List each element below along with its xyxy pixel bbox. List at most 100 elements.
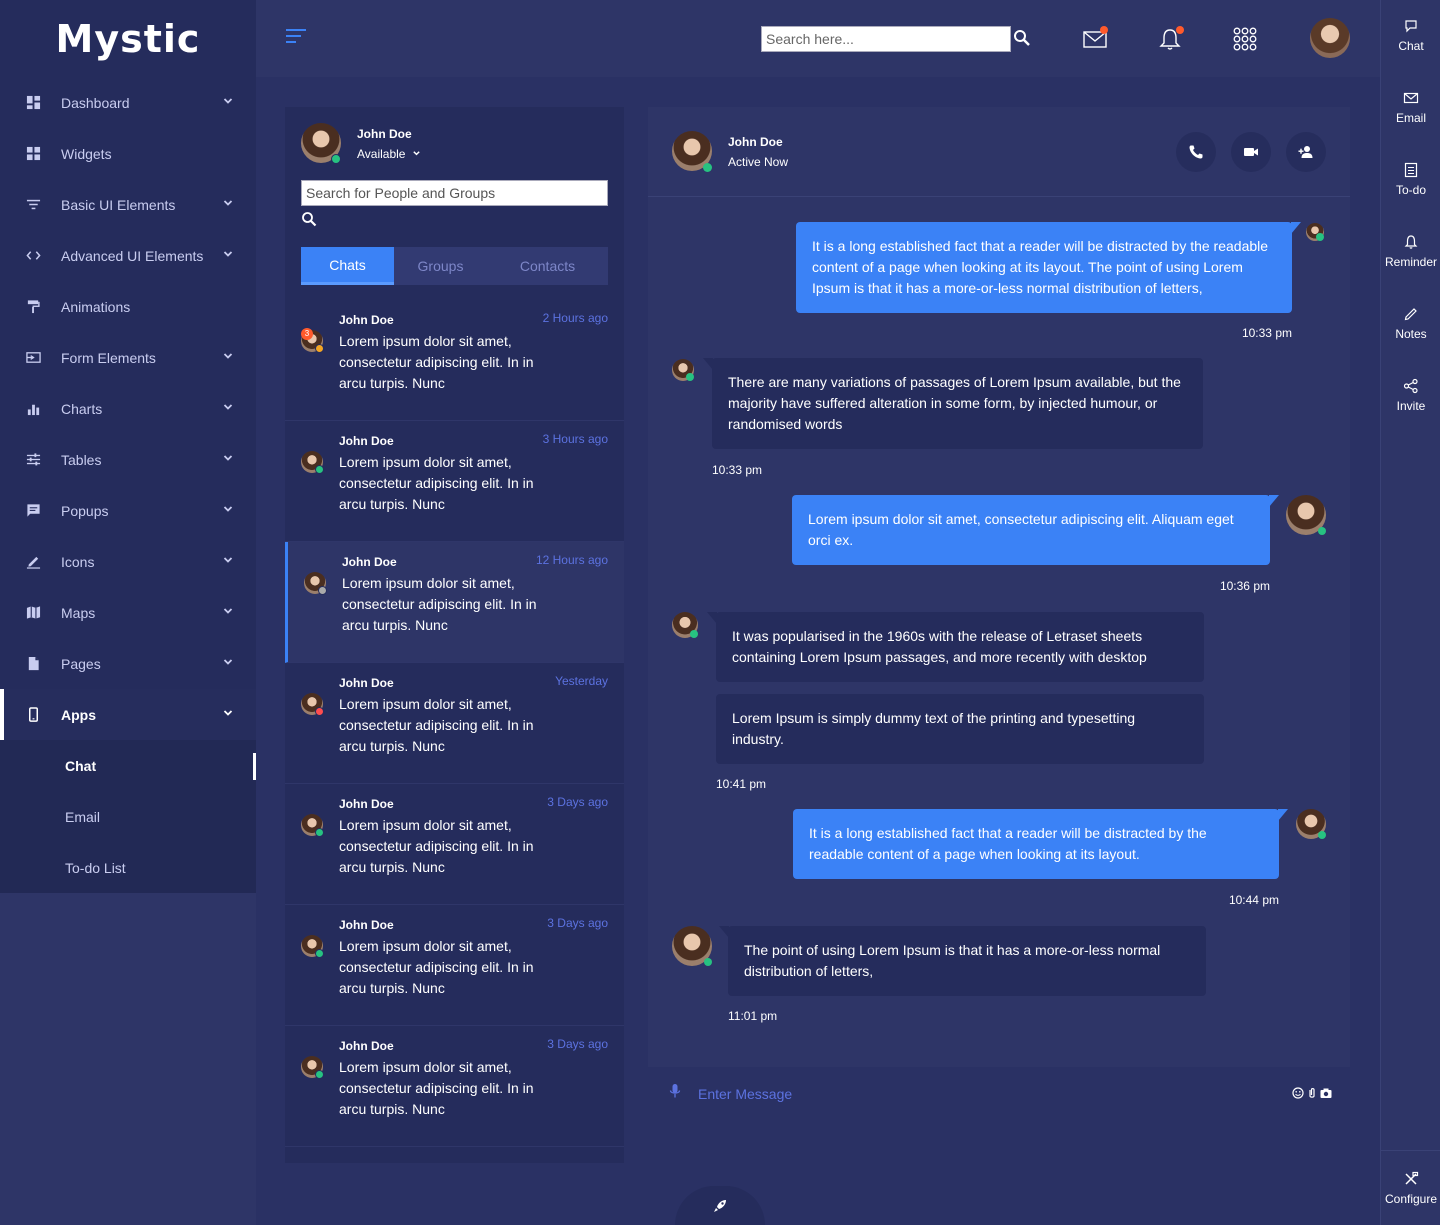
- submenu-item-to-do-list[interactable]: To-do List: [0, 842, 256, 893]
- received-message: There are many variations of passages of…: [703, 358, 1203, 449]
- sidebar-item-label: Pages: [61, 655, 101, 672]
- sidebar-item-widgets[interactable]: Widgets: [0, 128, 256, 179]
- voice-call-button[interactable]: [1176, 132, 1216, 172]
- search-icon[interactable]: [301, 211, 317, 227]
- conversation-item[interactable]: John Doe 12 Hours ago Lorem ipsum dolor si…: [285, 542, 624, 663]
- conversation-name: John Doe: [339, 676, 394, 690]
- bottom-tools-tab[interactable]: [675, 1186, 765, 1225]
- conversation-item[interactable]: John Doe 3 Days ago Lorem ipsum dolor sit …: [285, 784, 624, 905]
- microphone-icon[interactable]: [668, 1083, 682, 1099]
- contact-online-dot: [703, 163, 712, 172]
- conversation-time: 12 Hours ago: [535, 553, 608, 567]
- submenu-item-chat[interactable]: Chat: [0, 740, 256, 791]
- search-icon[interactable]: [1013, 29, 1031, 47]
- sidebar-item-dashboard[interactable]: Dashboard: [0, 77, 256, 128]
- chevron-down-icon: [223, 455, 233, 461]
- invite-icon: [1403, 378, 1418, 394]
- sidebar-item-label: Charts: [61, 400, 103, 417]
- sidebar-item-advanced-ui-elements[interactable]: Advanced UI Elements: [0, 230, 256, 281]
- sidebar-item-label: Dashboard: [61, 94, 130, 111]
- chat-header: John Doe Active Now: [648, 107, 1350, 197]
- search-input[interactable]: [761, 26, 1011, 52]
- message-time: 10:33 pm: [1241, 326, 1292, 340]
- rail-item-chat[interactable]: Chat: [1381, 18, 1440, 53]
- video-call-button[interactable]: [1231, 132, 1271, 172]
- message-composer: [648, 1067, 1350, 1121]
- message-input[interactable]: [698, 1079, 1258, 1109]
- brand-logo[interactable]: Mystic: [0, 0, 256, 77]
- conversation-name: John Doe: [339, 313, 394, 327]
- sidebar-item-tables[interactable]: Tables: [0, 434, 256, 485]
- rail-item-reminder[interactable]: Reminder: [1381, 234, 1440, 269]
- online-status-dot: [318, 586, 327, 595]
- conversation-item[interactable]: John Doe 3 Hours ago Lorem ipsum dolor sit…: [285, 421, 624, 542]
- sidebar-item-pages[interactable]: Pages: [0, 638, 256, 689]
- conversation-item[interactable]: 3 John Doe 2 Hours ago Lorem ipsum dolor si…: [285, 300, 624, 421]
- user-avatar[interactable]: [1310, 18, 1350, 58]
- configure-label: Configure: [1384, 1192, 1438, 1206]
- sidebar-item-label: Widgets: [61, 145, 112, 162]
- tab-chats[interactable]: Chats: [301, 247, 394, 285]
- conversation-preview: Lorem ipsum dolor sit amet, consectetur …: [339, 454, 534, 512]
- conversation-item[interactable]: John Doe 3 Days ago Lorem ipsum dolor sit …: [285, 1026, 624, 1147]
- sidebar-item-form-elements[interactable]: Form Elements: [0, 332, 256, 383]
- top-header: [256, 0, 1380, 77]
- configure-button[interactable]: Configure: [1381, 1150, 1440, 1225]
- sidebar-item-apps[interactable]: Apps: [0, 689, 256, 740]
- apps-grid-icon[interactable]: [1232, 26, 1258, 52]
- sidebar-item-label: Popups: [61, 502, 109, 519]
- sidebar-item-label: Apps: [61, 706, 96, 723]
- online-status-dot: [315, 465, 324, 474]
- tab-groups[interactable]: Groups: [394, 247, 487, 285]
- sent-message: It is a long established fact that a rea…: [796, 222, 1301, 313]
- map-icon: [24, 604, 42, 622]
- sidebar-item-label: Basic UI Elements: [61, 196, 176, 213]
- unread-badge: 3: [301, 328, 313, 340]
- rail-item-label: Chat: [1398, 39, 1424, 53]
- rail-item-notes[interactable]: Notes: [1381, 306, 1440, 341]
- submenu-item-email[interactable]: Email: [0, 791, 256, 842]
- people-search-input[interactable]: [301, 180, 608, 206]
- tab-contacts[interactable]: Contacts: [487, 247, 608, 285]
- brand-name: Mystic: [55, 16, 201, 61]
- conversation-time: 2 Hours ago: [542, 311, 608, 325]
- rail-item-invite[interactable]: Invite: [1381, 378, 1440, 413]
- rail-item-label: Reminder: [1384, 255, 1438, 269]
- attachment-icon[interactable]: [1306, 1087, 1318, 1099]
- sidebar: Mystic Dashboard Widgets Basic UI Elements…: [0, 0, 256, 1225]
- sliders-icon: [24, 451, 42, 469]
- conversation-item[interactable]: John Doe Yesterday Lorem ipsum dolor sit a…: [285, 663, 624, 784]
- sidebar-item-icons[interactable]: Icons: [0, 536, 256, 587]
- notes-icon: [1404, 308, 1417, 321]
- message-time: 10:44 pm: [1228, 893, 1279, 907]
- sidebar-item-maps[interactable]: Maps: [0, 587, 256, 638]
- bar-chart-icon: [24, 400, 42, 418]
- sidebar-item-basic-ui-elements[interactable]: Basic UI Elements: [0, 179, 256, 230]
- conversation-item[interactable]: John Doe 3 Days ago Lorem ipsum dolor sit …: [285, 905, 624, 1026]
- availability-dropdown[interactable]: Available: [357, 147, 421, 161]
- conversation-time: 3 Days ago: [547, 1037, 608, 1051]
- widgets-icon: [24, 145, 42, 163]
- sidebar-item-charts[interactable]: Charts: [0, 383, 256, 434]
- rail-item-to-do[interactable]: To-do: [1381, 162, 1440, 197]
- contact-name: John Doe: [728, 135, 783, 149]
- conversation-time: 3 Days ago: [547, 795, 608, 809]
- add-contact-button[interactable]: [1286, 132, 1326, 172]
- conversation-preview: Lorem ipsum dolor sit amet, consectetur …: [342, 575, 537, 633]
- reminder-icon: [1404, 235, 1418, 249]
- sidebar-item-label: Icons: [61, 553, 95, 570]
- emoji-icon[interactable]: [1292, 1087, 1304, 1099]
- camera-icon[interactable]: [1320, 1087, 1332, 1099]
- chevron-down-icon: [223, 98, 233, 104]
- sidebar-item-label: Advanced UI Elements: [61, 247, 204, 264]
- received-message: It was popularised in the 1960s with the…: [707, 612, 1204, 682]
- chevron-down-icon: [223, 710, 233, 716]
- mobile-icon: [24, 706, 42, 724]
- sidebar-item-animations[interactable]: Animations: [0, 281, 256, 332]
- right-rail: Chat Email To-do Reminder Notes Invite Configu…: [1380, 0, 1440, 1225]
- filter-icon: [24, 196, 42, 214]
- rail-item-email[interactable]: Email: [1381, 90, 1440, 125]
- hamburger-menu-icon[interactable]: [286, 28, 306, 44]
- sidebar-item-popups[interactable]: Popups: [0, 485, 256, 536]
- conversation-time: 3 Days ago: [547, 916, 608, 930]
